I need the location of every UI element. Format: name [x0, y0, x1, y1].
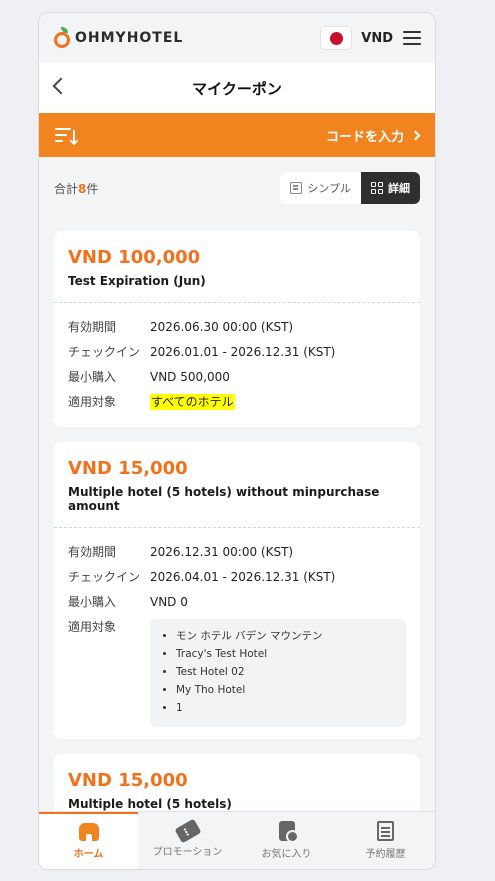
min-purchase-label: 最小購入	[68, 370, 117, 384]
hamburger-menu-icon[interactable]	[403, 31, 421, 45]
top-bar: OHMYHOTEL VND	[39, 13, 435, 63]
view-toggle: シンプル 詳細	[280, 172, 420, 204]
checkin-value: 2026.04.01 - 2026.12.31 (KST)	[150, 570, 336, 584]
grid-icon	[371, 182, 383, 194]
hotel-item: モン ホテル バデン マウンテン	[176, 627, 396, 645]
enter-code-button[interactable]: コードを入力	[325, 126, 421, 145]
detail-view-button[interactable]: 詳細	[361, 172, 420, 204]
sort-icon[interactable]	[55, 127, 79, 146]
hotel-item: Tracy's Test Hotel	[176, 645, 396, 663]
hotel-item: 1	[176, 699, 396, 717]
history-icon	[377, 821, 394, 841]
validity-value: 2026.12.31 00:00 (KST)	[150, 545, 294, 559]
checkin-value: 2026.01.01 - 2026.12.31 (KST)	[150, 345, 336, 359]
chevron-right-icon	[410, 130, 421, 140]
total-count: 合計8件	[54, 181, 99, 196]
coupon-action-bar: コードを入力	[39, 113, 435, 157]
coupon-name: Multiple hotel (5 hotels)	[68, 797, 232, 811]
checkin-label: チェックイン	[68, 345, 141, 359]
coupon-amount: VND 100,000	[68, 247, 201, 268]
min-purchase-label: 最小購入	[68, 595, 117, 609]
list-icon	[290, 182, 303, 194]
ticket-icon	[173, 818, 202, 844]
currency-selector[interactable]: VND	[361, 31, 393, 46]
page-title: マイクーポン	[192, 79, 282, 98]
nav-favorites[interactable]: お気に入り	[237, 812, 336, 869]
nav-home[interactable]: ホーム	[39, 812, 138, 869]
nav-history[interactable]: 予約履歴	[336, 812, 435, 869]
simple-view-button[interactable]: シンプル	[280, 172, 361, 204]
logo-icon	[53, 27, 71, 49]
title-bar: マイクーポン	[39, 63, 435, 113]
validity-label: 有効期間	[68, 320, 117, 334]
coupon-amount: VND 15,000	[68, 458, 188, 479]
favorite-icon	[278, 821, 299, 843]
back-arrow-icon[interactable]	[52, 77, 70, 95]
min-purchase-value: VND 0	[150, 595, 188, 609]
coupon-amount: VND 15,000	[68, 770, 188, 791]
validity-label: 有効期間	[68, 545, 117, 559]
min-purchase-value: VND 500,000	[150, 370, 230, 384]
coupon-list[interactable]: VND 100,000 Test Expiration (Jun) 有効期間 20…	[39, 231, 435, 811]
coupon-card[interactable]: VND 100,000 Test Expiration (Jun) 有効期間 20…	[54, 231, 420, 427]
validity-value: 2026.06.30 00:00 (KST)	[150, 320, 294, 334]
enter-code-label: コードを入力	[325, 129, 404, 145]
applicable-label: 適用対象	[68, 620, 117, 634]
coupon-card[interactable]: VND 15,000 Multiple hotel (5 hotels) wit…	[54, 442, 420, 739]
logo-text: OHMYHOTEL	[75, 30, 184, 46]
hotel-item: My Tho Hotel	[176, 681, 396, 699]
hotel-item: Test Hotel 02	[176, 663, 396, 681]
app-frame: OHMYHOTEL VND マイクーポン コードを入力 合計8件 シンプル 詳細…	[38, 12, 436, 870]
applicable-label: 適用対象	[68, 395, 117, 409]
coupon-name: Test Expiration (Jun)	[68, 274, 206, 288]
bottom-nav: ホーム プロモーション お気に入り 予約履歴	[39, 811, 435, 869]
applicable-value: すべてのホテル	[150, 394, 235, 410]
home-icon	[78, 823, 99, 841]
logo[interactable]: OHMYHOTEL	[53, 27, 183, 49]
filter-row: 合計8件 シンプル 詳細	[39, 157, 435, 219]
checkin-label: チェックイン	[68, 570, 141, 584]
japan-flag-icon[interactable]	[321, 27, 352, 49]
coupon-name: Multiple hotel (5 hotels) without minpur…	[68, 485, 380, 513]
coupon-card[interactable]: VND 15,000 Multiple hotel (5 hotels)	[54, 754, 420, 811]
hotel-list: モン ホテル バデン マウンテン Tracy's Test Hotel Test…	[150, 619, 406, 727]
nav-promotion[interactable]: プロモーション	[138, 812, 237, 869]
